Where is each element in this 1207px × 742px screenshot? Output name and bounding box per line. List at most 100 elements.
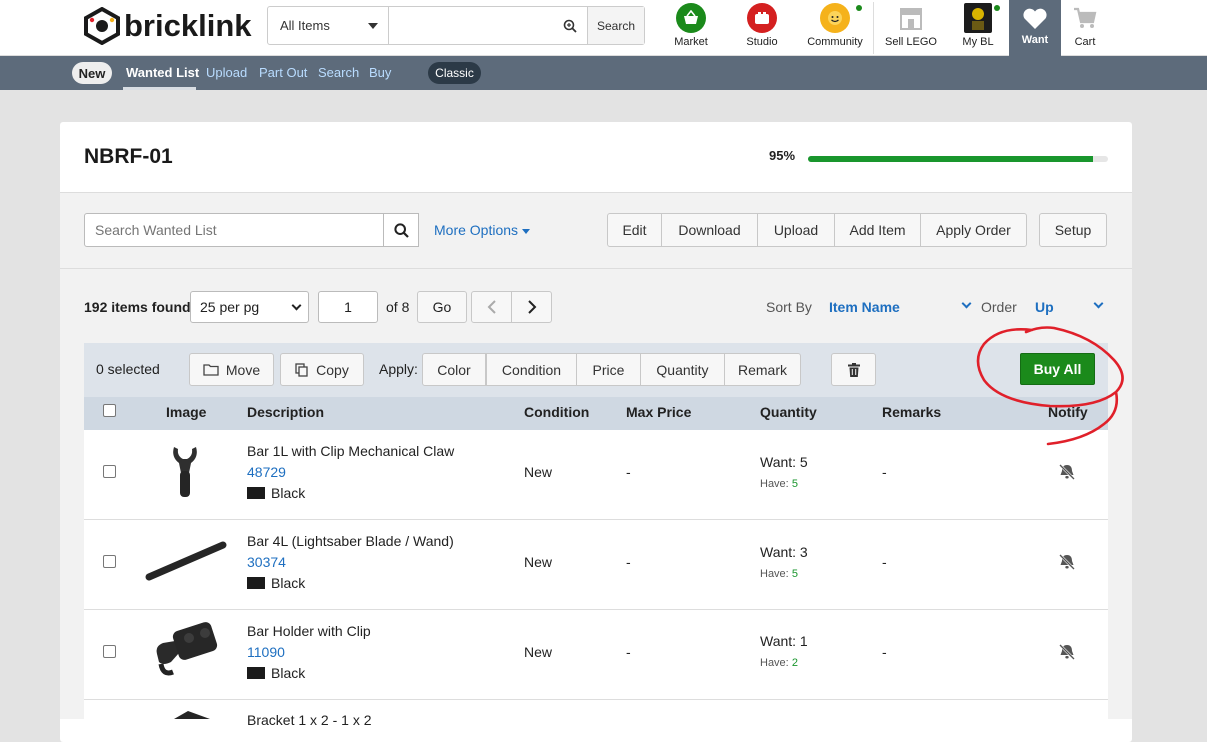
per-page-select[interactable]: 25 per pg xyxy=(190,291,309,323)
apply-color-button[interactable]: Color xyxy=(422,353,486,386)
copy-label: Copy xyxy=(316,361,349,378)
subnav-search[interactable]: Search xyxy=(318,65,359,80)
bell-off-icon[interactable] xyxy=(1058,644,1076,660)
subnav-wanted-list[interactable]: Wanted List xyxy=(126,65,199,80)
list-action-group: Edit Download Upload Add Item Apply Orde… xyxy=(607,213,1027,247)
part-name[interactable]: Bar 4L (Lightsaber Blade / Wand) xyxy=(247,533,454,549)
setup-button[interactable]: Setup xyxy=(1039,213,1107,247)
table-row xyxy=(84,610,1108,700)
table-row xyxy=(84,520,1108,610)
bell-off-icon[interactable] xyxy=(1058,554,1076,570)
copy-icon xyxy=(295,362,308,377)
order-select[interactable]: Up xyxy=(1035,299,1054,315)
subnav-part-out[interactable]: Part Out xyxy=(259,65,307,80)
nav-community-label: Community xyxy=(807,36,863,48)
chevron-left-icon xyxy=(487,300,496,314)
apply-order-button[interactable]: Apply Order xyxy=(920,213,1027,247)
part-name[interactable]: Bar 1L with Clip Mechanical Claw xyxy=(247,443,454,459)
prev-page-button[interactable] xyxy=(471,291,512,323)
apply-remark-button[interactable]: Remark xyxy=(724,353,801,386)
select-all-checkbox[interactable] xyxy=(103,404,116,417)
row-checkbox[interactable] xyxy=(103,465,116,478)
part-name[interactable]: Bar Holder with Clip xyxy=(247,623,371,639)
more-options-label: More Options xyxy=(434,222,519,238)
part-image-bracket[interactable] xyxy=(170,709,214,719)
nav-market[interactable]: Market xyxy=(672,3,710,48)
have-count: 5 xyxy=(791,568,798,580)
header-image: Image xyxy=(166,404,207,420)
order-label: Order xyxy=(981,299,1017,315)
progress-label: 95% xyxy=(769,148,796,163)
copy-button[interactable]: Copy xyxy=(280,353,364,386)
remarks-value: - xyxy=(882,644,887,660)
part-color-label: Black xyxy=(271,485,306,501)
bricklink-logo[interactable]: bricklink xyxy=(84,6,252,46)
annotation-circle xyxy=(976,326,1124,446)
search-icon xyxy=(393,222,409,238)
wanted-list-search-input[interactable] xyxy=(84,213,384,247)
nav-my-bl[interactable]: My BL xyxy=(958,3,998,48)
search-category-select[interactable]: All Items xyxy=(268,7,389,44)
part-name[interactable]: Bracket 1 x 2 - 1 x 2 xyxy=(247,712,372,728)
row-checkbox[interactable] xyxy=(103,645,116,658)
subnav-buy[interactable]: Buy xyxy=(369,65,391,80)
header-condition: Condition xyxy=(524,404,590,420)
subnav-upload[interactable]: Upload xyxy=(206,65,247,80)
part-color-label: Black xyxy=(271,575,306,591)
want-quantity: Want: 5 xyxy=(760,454,808,470)
divider xyxy=(873,2,874,54)
logo-text: bricklink xyxy=(124,8,252,43)
sort-by-label: Sort By xyxy=(766,299,812,315)
nav-studio[interactable]: Studio xyxy=(743,3,781,48)
part-image-bar-holder[interactable] xyxy=(153,620,219,680)
apply-price-button[interactable]: Price xyxy=(576,353,641,386)
part-id-link[interactable]: 30374 xyxy=(247,554,286,570)
sort-by-select[interactable]: Item Name xyxy=(829,299,900,315)
selected-count: 0 selected xyxy=(96,361,160,377)
divider xyxy=(60,268,1132,269)
wanted-list-search-button[interactable] xyxy=(383,213,419,247)
next-page-button[interactable] xyxy=(511,291,552,323)
delete-button[interactable] xyxy=(831,353,876,386)
nav-cart[interactable]: Cart xyxy=(1071,3,1099,48)
search-category-value: All Items xyxy=(280,18,330,33)
folder-icon xyxy=(203,364,219,376)
table-header xyxy=(84,397,1108,430)
part-color: Black xyxy=(247,665,305,681)
download-button[interactable]: Download xyxy=(661,213,758,247)
want-quantity: Want: 1 xyxy=(760,633,808,649)
condition-value: New xyxy=(524,554,553,570)
avatar-icon xyxy=(964,3,992,33)
apply-quantity-button[interactable]: Quantity xyxy=(640,353,725,386)
header-quantity: Quantity xyxy=(760,404,817,420)
nav-want[interactable]: Want xyxy=(1009,0,1061,56)
new-toggle[interactable]: New xyxy=(72,62,112,84)
part-id-link[interactable]: 48729 xyxy=(247,464,286,480)
row-checkbox[interactable] xyxy=(103,555,116,568)
add-item-button[interactable]: Add Item xyxy=(834,213,921,247)
part-image-bar[interactable] xyxy=(144,537,228,585)
classic-toggle[interactable]: Classic xyxy=(428,62,481,84)
nav-cart-label: Cart xyxy=(1074,36,1096,48)
max-price-value: - xyxy=(626,554,631,570)
search-input[interactable] xyxy=(389,7,587,44)
bell-off-icon[interactable] xyxy=(1058,464,1076,480)
basket-icon xyxy=(676,3,706,33)
global-search: All Items Search xyxy=(267,6,645,45)
move-button[interactable]: Move xyxy=(189,353,274,386)
search-button[interactable]: Search xyxy=(587,7,644,44)
header-remarks: Remarks xyxy=(882,404,942,420)
page-number-input[interactable]: 1 xyxy=(318,291,378,323)
nav-sell-lego[interactable]: Sell LEGO xyxy=(882,3,940,48)
edit-button[interactable]: Edit xyxy=(607,213,662,247)
upload-button[interactable]: Upload xyxy=(757,213,835,247)
table-row xyxy=(84,430,1108,520)
apply-condition-button[interactable]: Condition xyxy=(486,353,577,386)
part-id-link[interactable]: 11090 xyxy=(247,644,285,660)
remarks-value: - xyxy=(882,554,887,570)
go-button[interactable]: Go xyxy=(417,291,467,323)
part-image-claw[interactable] xyxy=(165,441,205,499)
caret-down-icon xyxy=(522,228,531,234)
zoom-in-icon[interactable] xyxy=(563,19,577,33)
more-options-dropdown[interactable]: More Options xyxy=(434,222,531,238)
